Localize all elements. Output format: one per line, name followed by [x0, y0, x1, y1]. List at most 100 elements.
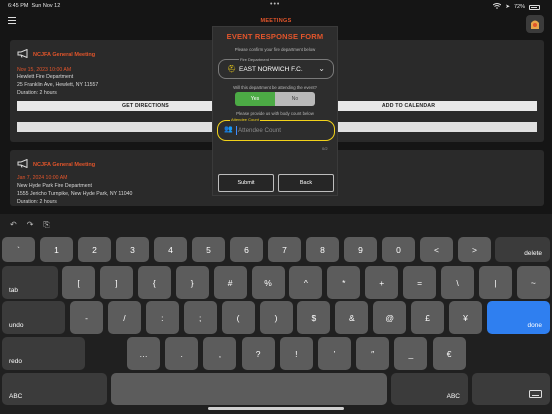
- location-icon: ➤: [505, 4, 510, 10]
- meeting-title: NCJFA General Meeting: [33, 52, 96, 58]
- key[interactable]: ~: [516, 266, 550, 299]
- undo-key[interactable]: undo: [2, 301, 65, 334]
- key[interactable]: }: [175, 266, 209, 299]
- key[interactable]: /: [107, 301, 141, 334]
- key[interactable]: ]: [99, 266, 133, 299]
- key[interactable]: &: [335, 301, 369, 334]
- key[interactable]: >: [458, 237, 491, 262]
- key[interactable]: ″: [356, 337, 390, 370]
- fire-department-select[interactable]: Fire Department ⛑ EAST NORWICH F.C. ⌄: [218, 57, 334, 79]
- key[interactable]: `: [2, 237, 35, 262]
- attendance-question: Will this department be attending the ev…: [233, 85, 317, 90]
- key[interactable]: ’: [318, 337, 351, 370]
- key[interactable]: 3: [116, 237, 149, 262]
- meeting-date: Nov 15, 2023 10:00 AM: [17, 67, 72, 73]
- key[interactable]: 4: [154, 237, 187, 262]
- key[interactable]: *: [327, 266, 361, 299]
- attendee-count-field[interactable]: Attendee Count 👥: [217, 117, 335, 141]
- tab-key[interactable]: tab: [2, 266, 58, 299]
- key[interactable]: <: [420, 237, 453, 262]
- key[interactable]: ¥: [449, 301, 482, 334]
- key[interactable]: ?: [241, 337, 275, 370]
- meeting-duration: Duration: 2 hours: [17, 90, 57, 96]
- key[interactable]: ): [259, 301, 293, 334]
- key[interactable]: ,: [203, 337, 237, 370]
- key[interactable]: =: [403, 266, 437, 299]
- text-cursor: [236, 126, 237, 135]
- key[interactable]: \: [441, 266, 474, 299]
- meeting-title: NCJFA General Meeting: [33, 162, 96, 168]
- redo-arrow-icon[interactable]: ↷: [27, 220, 34, 230]
- key[interactable]: 7: [268, 237, 301, 262]
- key[interactable]: .: [165, 337, 199, 370]
- modal-title: EVENT RESPONSE FORM: [226, 32, 324, 41]
- yes-option[interactable]: Yes: [235, 92, 275, 106]
- key[interactable]: #: [213, 266, 247, 299]
- multitasking-dots[interactable]: •••: [270, 1, 280, 8]
- abc-key-right[interactable]: ABC: [391, 373, 468, 405]
- app-logo: [526, 15, 544, 33]
- status-time: 6:45 PM Sun Nov 12: [8, 3, 61, 9]
- submit-button[interactable]: Submit: [218, 174, 274, 192]
- chevron-down-icon: ⌄: [318, 64, 325, 73]
- keyboard-dismiss-key[interactable]: [472, 373, 550, 405]
- done-key[interactable]: done: [487, 301, 550, 334]
- key[interactable]: 9: [344, 237, 377, 262]
- key[interactable]: :: [145, 301, 179, 334]
- meeting-address: 1555 Jericho Turnpike, New Hyde Park, NY…: [17, 191, 133, 197]
- key[interactable]: {: [137, 266, 171, 299]
- page-title: MEETINGS: [260, 18, 292, 24]
- battery-percent: 72%: [513, 4, 525, 10]
- key[interactable]: €: [432, 337, 466, 370]
- key[interactable]: 2: [78, 237, 111, 262]
- key[interactable]: -: [70, 301, 103, 334]
- key[interactable]: _: [394, 337, 428, 370]
- key[interactable]: !: [279, 337, 313, 370]
- key[interactable]: 6: [230, 237, 263, 262]
- key[interactable]: %: [251, 266, 285, 299]
- fire-helmet-icon: ⛑: [227, 66, 236, 73]
- redo-key[interactable]: redo: [2, 337, 85, 370]
- attendance-toggle: Yes No: [235, 92, 315, 106]
- key[interactable]: £: [411, 301, 445, 334]
- delete-key[interactable]: delete: [495, 237, 550, 262]
- character-counter: 0/2: [322, 146, 328, 151]
- key[interactable]: ^: [289, 266, 323, 299]
- meeting-location: New Hyde Park Fire Department: [17, 183, 92, 189]
- confirm-instructions: Please confirm your fire department belo…: [234, 47, 316, 52]
- paste-icon[interactable]: ⎘: [43, 220, 49, 230]
- key[interactable]: |: [478, 266, 512, 299]
- key[interactable]: ;: [183, 301, 217, 334]
- abc-key-left[interactable]: ABC: [2, 373, 107, 405]
- meeting-duration: Duration: 2 hours: [17, 199, 57, 205]
- key[interactable]: +: [365, 266, 399, 299]
- keyboard-toolbar: ↶ ↷ ⎘: [10, 220, 50, 230]
- meeting-location: Hewlett Fire Department: [17, 74, 74, 80]
- key[interactable]: $: [297, 301, 331, 334]
- people-icon: 👥: [224, 126, 233, 133]
- fire-department-label: Fire Department: [239, 57, 270, 62]
- megaphone-icon: [17, 49, 28, 58]
- keyboard-icon: [529, 390, 542, 398]
- key[interactable]: 8: [306, 237, 339, 262]
- status-bar: 6:45 PM Sun Nov 12 ••• ➤ 72%: [0, 0, 552, 12]
- key[interactable]: 0: [382, 237, 415, 262]
- key[interactable]: 5: [192, 237, 225, 262]
- body-count-instructions: Please provide us with body count below: [236, 111, 314, 116]
- home-indicator[interactable]: [208, 407, 344, 410]
- key[interactable]: [: [62, 266, 95, 299]
- battery-icon: [529, 4, 540, 10]
- back-button[interactable]: Back: [278, 174, 334, 192]
- key[interactable]: …: [127, 337, 160, 370]
- meeting-address: 25 Franklin Ave, Hewlett, NY 11557: [17, 82, 99, 88]
- fire-department-value: EAST NORWICH F.C.: [239, 66, 303, 73]
- megaphone-icon: [17, 159, 28, 168]
- space-bar[interactable]: [111, 373, 387, 405]
- key[interactable]: @: [373, 301, 407, 334]
- attendee-count-input[interactable]: [238, 124, 328, 137]
- undo-arrow-icon[interactable]: ↶: [10, 220, 17, 230]
- key[interactable]: (: [221, 301, 255, 334]
- no-option[interactable]: No: [275, 92, 315, 106]
- key[interactable]: 1: [40, 237, 73, 262]
- status-right: ➤ 72%: [493, 3, 540, 11]
